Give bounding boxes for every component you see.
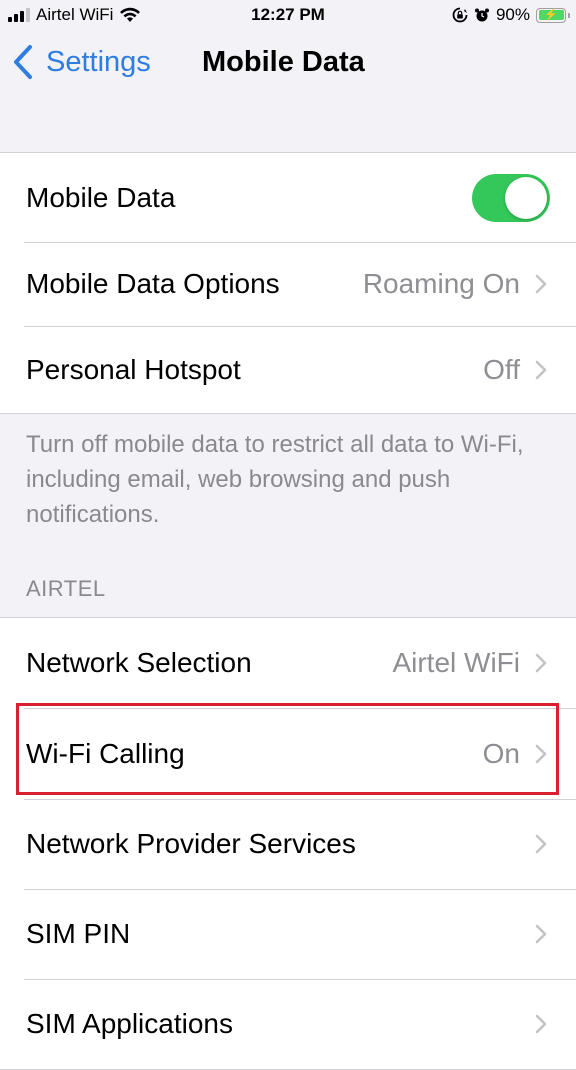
row-network-provider-services[interactable]: Network Provider Services <box>0 799 576 889</box>
row-wifi-calling[interactable]: Wi-Fi Calling On <box>0 708 576 799</box>
chevron-right-icon <box>535 924 547 944</box>
row-mobile-data-options[interactable]: Mobile Data Options Roaming On <box>0 242 576 326</box>
toggle-knob <box>505 176 547 219</box>
row-personal-hotspot[interactable]: Personal Hotspot Off <box>0 326 576 413</box>
section-header-airtel: AIRTEL <box>26 576 106 601</box>
back-label: Settings <box>46 45 151 78</box>
row-mobile-data: Mobile Data <box>0 153 576 242</box>
carrier-group: Network Selection Airtel WiFi Wi-Fi Call… <box>0 617 576 1070</box>
battery-charging-icon: ⚡ <box>536 7 570 23</box>
chevron-right-icon <box>535 360 547 379</box>
back-button[interactable]: Settings <box>12 44 151 80</box>
orientation-lock-icon <box>452 7 468 23</box>
row-value: Roaming On <box>362 268 520 299</box>
page-title: Mobile Data <box>202 46 365 78</box>
mobile-data-footer-note: Turn off mobile data to restrict all dat… <box>26 431 524 528</box>
row-label: Mobile Data Options <box>26 268 280 299</box>
battery-percent: 90% <box>495 5 530 24</box>
battery-bolt: ⚡ <box>538 9 564 20</box>
chevron-left-icon <box>14 45 32 79</box>
navigation-bar: Settings Mobile Data <box>0 30 576 100</box>
row-value: Off <box>483 353 520 385</box>
status-right: 90% ⚡ <box>452 5 570 25</box>
row-value: On <box>482 737 520 769</box>
chevron-right-icon <box>535 744 547 763</box>
chevron-right-icon <box>535 653 547 673</box>
status-bar: Airtel WiFi 12:27 PM 90% ⚡ <box>0 0 576 30</box>
row-label: Mobile Data <box>26 181 176 213</box>
chevron-right-icon <box>535 274 547 294</box>
row-value: Airtel WiFi <box>392 647 520 678</box>
row-label: SIM PIN <box>26 918 131 949</box>
row-sim-pin[interactable]: SIM PIN <box>0 889 576 979</box>
alarm-icon <box>474 8 489 22</box>
row-sim-applications[interactable]: SIM Applications <box>0 979 576 1069</box>
row-network-selection[interactable]: Network Selection Airtel WiFi <box>0 618 576 708</box>
row-label: Network Selection <box>26 647 252 678</box>
row-label: Wi-Fi Calling <box>26 737 185 769</box>
chevron-right-icon <box>535 834 547 854</box>
row-label: Personal Hotspot <box>26 353 241 385</box>
row-label: Network Provider Services <box>26 828 356 859</box>
mobile-data-toggle[interactable] <box>472 173 550 222</box>
chevron-right-icon <box>535 1014 547 1034</box>
row-label: SIM Applications <box>26 1008 233 1039</box>
mobile-data-group: Mobile Data Mobile Data Options Roaming … <box>0 152 576 414</box>
